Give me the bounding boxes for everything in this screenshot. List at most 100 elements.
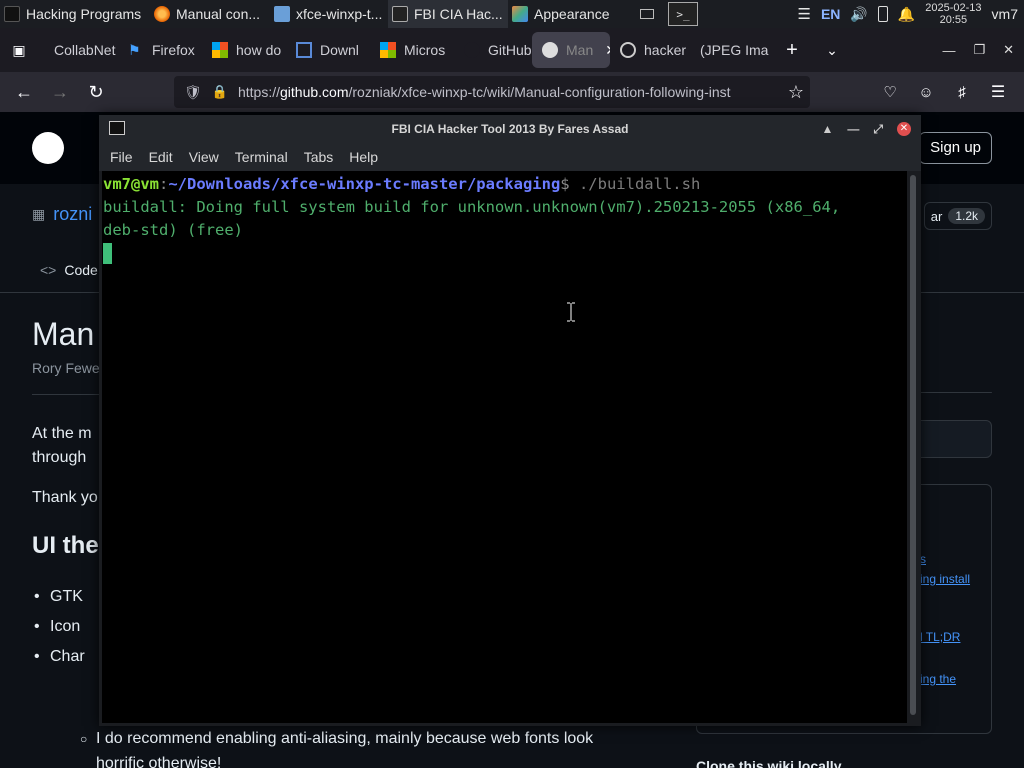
terminal-icon bbox=[392, 6, 408, 22]
prompt-user: vm7@vm bbox=[103, 175, 159, 193]
terminal-window: FBI CIA Hacker Tool 2013 By Fares Assad … bbox=[99, 115, 921, 726]
url-path: /rozniak/xfce-winxp-tc/wiki/Manual-confi… bbox=[348, 84, 731, 100]
back-icon[interactable]: ← bbox=[6, 76, 42, 108]
section-heading: UI the bbox=[32, 532, 99, 559]
sub-list-item-cont: horrific otherwise! bbox=[96, 755, 222, 768]
paragraph-1: At the m through bbox=[32, 425, 92, 466]
task-label: Appearance bbox=[534, 6, 610, 22]
folder-icon bbox=[274, 6, 290, 22]
maximize-icon[interactable]: ❐ bbox=[973, 42, 985, 58]
repo-name[interactable]: ▦ rozni bbox=[32, 204, 92, 225]
terminal-window-controls: ▲ — ⤢ ✕ bbox=[822, 115, 911, 143]
firefox-icon bbox=[154, 6, 170, 22]
battery-icon[interactable] bbox=[877, 6, 888, 22]
tab-how-do[interactable]: how do bbox=[202, 32, 286, 68]
paragraph-2: Thank yo bbox=[32, 489, 98, 506]
window-controls: — ❐ ✕ bbox=[942, 28, 1014, 72]
system-tray: ☰ EN 🔊 🔔 2025-02-13 20:55 vm7 bbox=[797, 0, 1024, 28]
tab-hacker[interactable]: hacker bbox=[610, 32, 690, 68]
close-window-icon[interactable]: ✕ bbox=[1003, 42, 1014, 58]
url-host: github.com bbox=[280, 84, 349, 100]
window-title: FBI CIA Hacker Tool 2013 By Fares Assad bbox=[391, 122, 629, 136]
url-scheme: https:// bbox=[237, 84, 280, 100]
tab-manual-active[interactable]: Man ✕ bbox=[532, 32, 610, 68]
terminal-scrollbar[interactable] bbox=[909, 171, 917, 723]
reload-icon[interactable]: ↻ bbox=[78, 76, 114, 108]
volume-icon[interactable]: 🔊 bbox=[850, 6, 867, 23]
task-terminal[interactable]: FBI CIA Hac... bbox=[388, 0, 508, 28]
menu-file[interactable]: File bbox=[110, 149, 133, 165]
github-logo-icon[interactable] bbox=[32, 132, 64, 164]
task-hacking-programs[interactable]: Hacking Programs bbox=[0, 0, 150, 28]
menu-help[interactable]: Help bbox=[349, 149, 378, 165]
sidebar-link[interactable]: l TL;DR bbox=[920, 630, 960, 644]
task-label: xfce-winxp-t... bbox=[296, 6, 383, 22]
terminal-output[interactable]: vm7@vm:~/Downloads/xfce-winxp-tc-master/… bbox=[102, 171, 907, 723]
tab-github[interactable]: GitHub bbox=[454, 32, 532, 68]
system-panel: Hacking Programs Manual con... xfce-winx… bbox=[0, 0, 1024, 28]
kali-icon bbox=[4, 6, 20, 22]
scrollbar-thumb[interactable] bbox=[910, 175, 916, 715]
menu-edit[interactable]: Edit bbox=[149, 149, 173, 165]
account-icon[interactable]: ☺ bbox=[908, 76, 944, 108]
tab-collabnet[interactable]: CollabNet bbox=[38, 32, 118, 68]
clone-heading: Clone this wiki locally bbox=[696, 758, 842, 768]
menu-icon[interactable]: ☰ bbox=[980, 76, 1016, 108]
terminal-icon bbox=[109, 121, 125, 135]
terminal-launcher-icon[interactable]: >_ bbox=[668, 2, 698, 26]
terminal-titlebar[interactable]: FBI CIA Hacker Tool 2013 By Fares Assad … bbox=[99, 115, 921, 143]
close-icon[interactable]: ✕ bbox=[897, 122, 911, 136]
maximize-icon[interactable]: ⤢ bbox=[873, 115, 883, 143]
url-bar[interactable]: 🛡 🔒 https://github.com/rozniak/xfce-winx… bbox=[174, 76, 810, 108]
shade-icon[interactable]: ▲ bbox=[822, 115, 834, 143]
google-icon bbox=[620, 42, 636, 58]
menu-tabs[interactable]: Tabs bbox=[304, 149, 334, 165]
sidebar-link[interactable]: ing install bbox=[920, 572, 970, 586]
network-icon[interactable]: ☰ bbox=[797, 5, 810, 23]
repo-icon: ▦ bbox=[32, 206, 46, 222]
clock-time: 20:55 bbox=[939, 14, 968, 26]
star-button[interactable]: ar 1.2k bbox=[923, 202, 992, 230]
extensions-icon[interactable]: ♯ bbox=[944, 76, 980, 108]
sidebar-link[interactable]: ing the bbox=[920, 672, 956, 686]
ibeam-cursor-icon bbox=[567, 302, 575, 322]
workspace-switcher-icon[interactable] bbox=[640, 9, 654, 19]
task-label: FBI CIA Hac... bbox=[414, 6, 503, 22]
terminal-menubar: File Edit View Terminal Tabs Help bbox=[99, 143, 921, 171]
tab-firefox[interactable]: ⚑ Firefox bbox=[118, 32, 202, 68]
task-file-manager[interactable]: xfce-winxp-t... bbox=[270, 0, 388, 28]
navigation-bar: ← → ↻ 🛡 🔒 https://github.com/rozniak/xfc… bbox=[0, 72, 1024, 112]
task-manual-config[interactable]: Manual con... bbox=[150, 0, 270, 28]
tab-overview-icon[interactable]: ▣ bbox=[0, 34, 38, 66]
sub-list-item: I do recommend enabling anti-aliasing, m… bbox=[80, 730, 593, 748]
lock-icon[interactable]: 🔒 bbox=[212, 84, 228, 100]
output-line: buildall: Doing full system build for un… bbox=[103, 198, 841, 216]
minimize-icon[interactable]: — bbox=[847, 115, 859, 143]
download-page-icon bbox=[296, 42, 312, 58]
task-appearance[interactable]: Appearance bbox=[508, 0, 628, 28]
shield-icon[interactable]: 🛡 bbox=[184, 84, 202, 101]
keyboard-layout[interactable]: EN bbox=[821, 6, 840, 22]
appearance-icon bbox=[512, 6, 528, 22]
bookmark-star-icon[interactable]: ☆ bbox=[778, 76, 814, 108]
tab-code[interactable]: <> Code bbox=[40, 262, 98, 278]
tab-jpeg-image[interactable]: (JPEG Ima bbox=[690, 32, 774, 68]
tab-microsoft[interactable]: Micros bbox=[370, 32, 454, 68]
tab-list-chevron-icon[interactable]: ⌄ bbox=[814, 34, 850, 66]
output-line: deb-std) (free) bbox=[103, 221, 243, 239]
menu-terminal[interactable]: Terminal bbox=[235, 149, 288, 165]
notifications-icon[interactable]: 🔔 bbox=[898, 6, 915, 23]
tab-download[interactable]: Downl bbox=[286, 32, 370, 68]
toolbar-icons: ♡ ☺ ♯ ☰ bbox=[872, 76, 1016, 108]
new-tab-icon[interactable]: + bbox=[774, 34, 810, 66]
command-text: ./buildall.sh bbox=[569, 175, 701, 193]
menu-view[interactable]: View bbox=[189, 149, 219, 165]
sign-up-button[interactable]: Sign up bbox=[919, 132, 992, 164]
user-name[interactable]: vm7 bbox=[992, 6, 1018, 22]
forward-icon[interactable]: → bbox=[42, 76, 78, 108]
minimize-icon[interactable]: — bbox=[942, 43, 955, 58]
task-label: Hacking Programs bbox=[26, 6, 142, 22]
url-text: https://github.com/rozniak/xfce-winxp-tc… bbox=[238, 84, 731, 100]
pocket-icon[interactable]: ♡ bbox=[872, 76, 908, 108]
clock[interactable]: 2025-02-13 20:55 bbox=[925, 2, 981, 26]
